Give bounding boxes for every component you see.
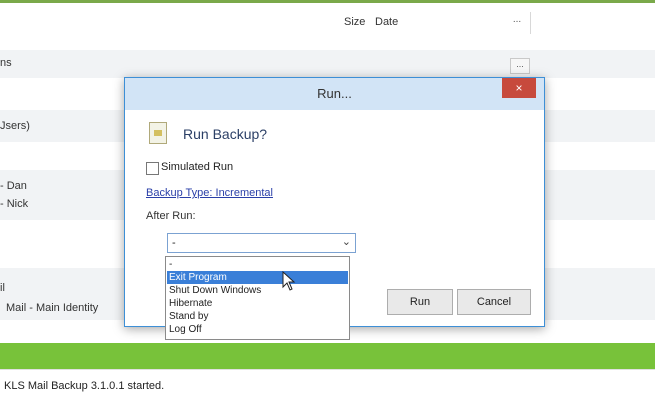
window-top-border [0, 0, 655, 3]
status-text: KLS Mail Backup 3.1.0.1 started. [4, 380, 165, 392]
list-item-label: - Dan [0, 180, 27, 192]
backup-type-link[interactable]: Backup Type: Incremental [146, 187, 273, 199]
column-header-row: Size Date ... [0, 10, 655, 34]
column-more-button[interactable]: ... [508, 14, 526, 32]
column-divider [530, 12, 531, 34]
list-item-label: ns [0, 57, 12, 69]
simulated-run-label[interactable]: Simulated Run [161, 161, 233, 173]
options-button[interactable]: ... [510, 58, 530, 74]
mouse-cursor-icon [282, 271, 296, 291]
after-run-label: After Run: [146, 210, 196, 222]
dropdown-option-none[interactable]: - [167, 258, 348, 271]
status-log: KLS Mail Backup 3.1.0.1 started. [0, 369, 655, 403]
close-button[interactable]: × [502, 78, 536, 98]
progress-bar [0, 343, 655, 369]
backup-document-icon [149, 122, 167, 144]
after-run-dropdown-list: - Exit Program Shut Down Windows Hiberna… [165, 256, 350, 340]
simulated-run-checkbox[interactable] [146, 162, 159, 175]
list-item-label: Mail - Main Identity [6, 302, 99, 314]
after-run-select[interactable]: - ⌄ [167, 233, 356, 253]
dropdown-option-exit-program[interactable]: Exit Program [167, 271, 348, 284]
column-size-header[interactable]: Size [344, 16, 365, 28]
after-run-selected-value: - [172, 237, 176, 249]
close-icon: × [515, 81, 523, 95]
list-item-label: - Nick [0, 198, 29, 210]
run-button[interactable]: Run [387, 289, 453, 315]
dialog-title: Run... [317, 86, 352, 101]
dropdown-option-stand-by[interactable]: Stand by [167, 310, 348, 323]
list-item-label: il [0, 282, 5, 294]
dialog-heading: Run Backup? [183, 126, 268, 142]
list-item[interactable] [0, 50, 655, 78]
chevron-down-icon[interactable]: ⌄ [342, 235, 351, 248]
dropdown-option-shut-down[interactable]: Shut Down Windows [167, 284, 348, 297]
cancel-button[interactable]: Cancel [457, 289, 531, 315]
dropdown-option-log-off[interactable]: Log Off [167, 323, 348, 336]
dialog-titlebar[interactable]: Run... × [125, 78, 544, 110]
column-date-header[interactable]: Date [375, 16, 398, 28]
list-item-label: Jsers) [0, 120, 30, 132]
dropdown-option-hibernate[interactable]: Hibernate [167, 297, 348, 310]
